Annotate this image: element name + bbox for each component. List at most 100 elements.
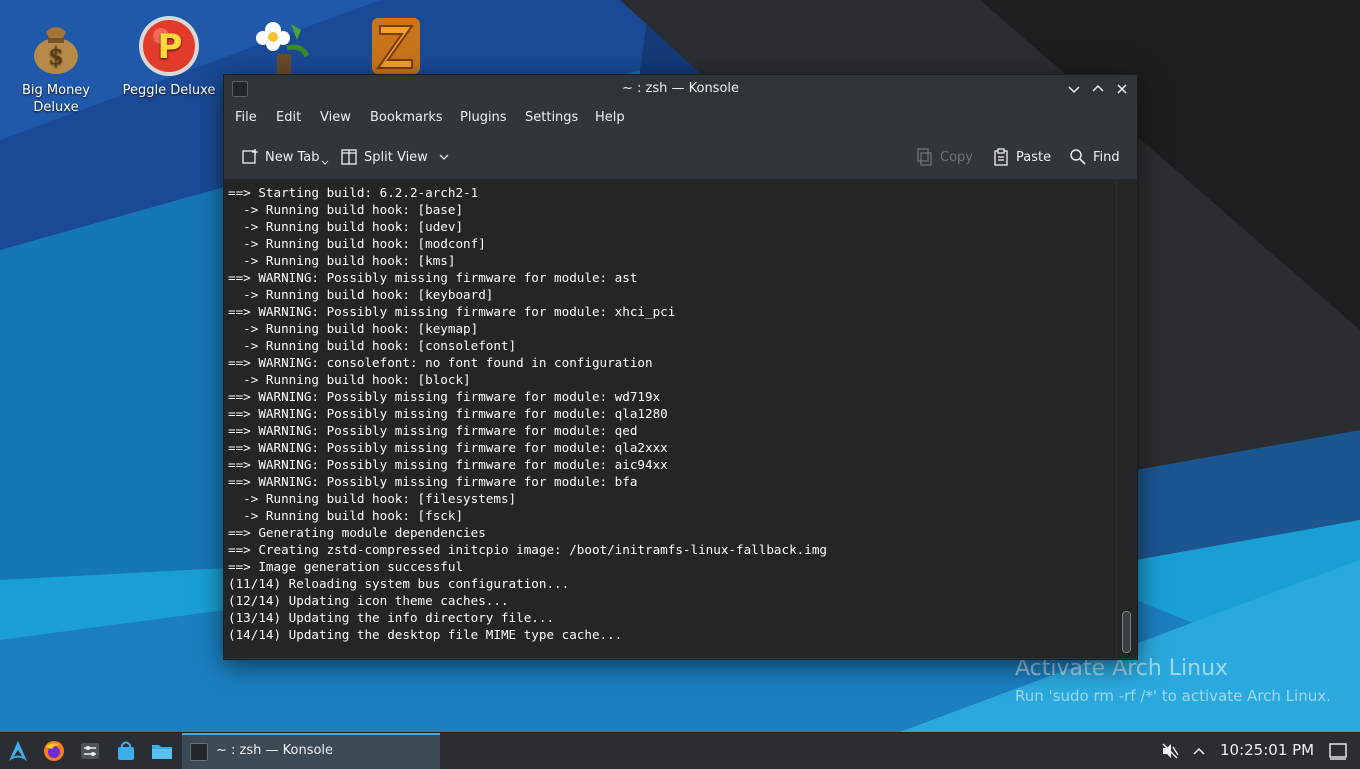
svg-text:$: $: [48, 42, 63, 70]
terminal-line: -> Running build hook: [base]: [228, 202, 464, 217]
peggle-ball-icon: P: [137, 14, 201, 78]
paste-icon: [994, 148, 1008, 166]
desktop-icon-big-money[interactable]: $ Big Money Deluxe: [1, 6, 111, 116]
main-toolbar: New Tab Split View Copy Paste Find: [224, 135, 1137, 180]
discover-launcher[interactable]: [114, 739, 138, 763]
terminal-line: -> Running build hook: [kms]: [228, 253, 456, 268]
copy-icon: [917, 148, 932, 166]
task-label: ~ : zsh — Konsole: [216, 743, 334, 758]
terminal-line: ==> Image generation successful: [228, 559, 464, 574]
split-view-icon: [341, 149, 357, 165]
menu-settings[interactable]: Settings: [525, 110, 578, 125]
new-tab-button[interactable]: New Tab: [241, 147, 329, 167]
terminal-line: (13/14) Updating the info directory file…: [228, 610, 555, 625]
tray-expander-button[interactable]: [1189, 741, 1209, 761]
menu-help[interactable]: Help: [595, 110, 625, 125]
chevron-down-icon: [321, 160, 328, 165]
clock[interactable]: 10:25:01 PM: [1220, 741, 1314, 759]
shopping-bag-icon: [118, 741, 134, 760]
money-bag-icon: $: [24, 14, 88, 78]
desktop-icon-label-line2: Deluxe: [33, 100, 79, 115]
watermark-subtitle: Run 'sudo rm -rf /*' to activate Arch Li…: [1015, 687, 1331, 705]
terminal-line: ==> WARNING: Possibly missing firmware f…: [228, 406, 668, 421]
terminal-line: ==> Starting build: 6.2.2-arch2-1: [228, 185, 479, 200]
terminal-line: (11/14) Reloading system bus configurati…: [228, 576, 570, 591]
copy-button[interactable]: Copy: [916, 147, 973, 167]
terminal-line: ==> WARNING: consolefont: no font found …: [228, 355, 653, 370]
desktop-icon-zuma-game[interactable]: [341, 6, 451, 82]
desktop-icon-peggle-deluxe[interactable]: P Peggle Deluxe: [114, 6, 224, 99]
terminal-line: (14/14) Updating the desktop file MIME t…: [228, 627, 623, 642]
speaker-muted-icon: [1162, 743, 1179, 759]
activation-watermark: Activate Arch Linux Run 'sudo rm -rf /*'…: [1015, 654, 1331, 708]
desktop-icon-plants-game[interactable]: [228, 6, 338, 82]
chevron-up-icon: [1193, 747, 1205, 755]
terminal-line: (12/14) Updating icon theme caches...: [228, 593, 509, 608]
split-view-label: Split View: [364, 149, 428, 165]
terminal-line: ==> WARNING: Possibly missing firmware f…: [228, 389, 661, 404]
svg-text:P: P: [158, 27, 183, 67]
terminal-scrollbar[interactable]: [1116, 180, 1137, 658]
terminal-line: ==> WARNING: Possibly missing firmware f…: [228, 270, 638, 285]
terminal-line: -> Running build hook: [keymap]: [228, 321, 479, 336]
application-launcher[interactable]: [6, 739, 30, 763]
task-konsole[interactable]: ~ : zsh — Konsole: [182, 733, 440, 769]
firefox-launcher[interactable]: [42, 739, 66, 763]
paste-label: Paste: [1016, 149, 1052, 165]
terminal-line: ==> WARNING: Possibly missing firmware f…: [228, 457, 668, 472]
terminal-line: ==> WARNING: Possibly missing firmware f…: [228, 304, 676, 319]
minimize-button[interactable]: [1064, 79, 1084, 99]
terminal-output: ==> Starting build: 6.2.2-arch2-1 -> Run…: [224, 180, 1116, 643]
terminal-line: -> Running build hook: [filesystems]: [228, 491, 517, 506]
menu-bookmarks[interactable]: Bookmarks: [370, 110, 443, 125]
chevron-up-icon: [1092, 84, 1104, 92]
folder-icon: [152, 745, 172, 759]
show-desktop-button[interactable]: [1328, 741, 1348, 761]
terminal-line: -> Running build hook: [fsck]: [228, 508, 464, 523]
close-button[interactable]: [1112, 79, 1132, 99]
konsole-window: ~ : zsh — Konsole File Edit View Bookmar…: [223, 74, 1138, 660]
terminal-line: ==> Generating module dependencies: [228, 525, 486, 540]
split-view-button[interactable]: Split View: [340, 147, 456, 167]
terminal-line: ==> WARNING: Possibly missing firmware f…: [228, 474, 638, 489]
paste-button[interactable]: Paste: [992, 147, 1051, 167]
menu-plugins[interactable]: Plugins: [460, 110, 507, 125]
arch-logo-icon: [9, 741, 27, 761]
terminal-line: ==> WARNING: Possibly missing firmware f…: [228, 423, 638, 438]
terminal-area[interactable]: ==> Starting build: 6.2.2-arch2-1 -> Run…: [224, 180, 1116, 658]
menu-bar: File Edit View Bookmarks Plugins Setting…: [224, 103, 1137, 135]
find-button[interactable]: Find: [1069, 147, 1120, 167]
show-desktop-icon: [1329, 743, 1347, 760]
firefox-icon: [44, 741, 64, 761]
new-tab-label: New Tab: [265, 149, 320, 165]
menu-edit[interactable]: Edit: [276, 110, 301, 125]
settings-icon: [81, 743, 99, 759]
menu-view[interactable]: View: [320, 110, 351, 125]
window-titlebar[interactable]: ~ : zsh — Konsole: [224, 75, 1137, 103]
volume-tray-button[interactable]: [1160, 741, 1180, 761]
new-tab-icon: [242, 149, 258, 164]
taskbar: ~ : zsh — Konsole 10:25:01 PM: [0, 732, 1360, 769]
chevron-down-icon: [1068, 86, 1080, 94]
search-icon: [1070, 149, 1086, 165]
terminal-line: ==> Creating zstd-compressed initcpio im…: [228, 542, 827, 557]
system-settings-launcher[interactable]: [78, 739, 102, 763]
scrollbar-thumb[interactable]: [1122, 611, 1131, 653]
terminal-line: -> Running build hook: [consolefont]: [228, 338, 517, 353]
menu-file[interactable]: File: [235, 110, 257, 125]
terminal-line: -> Running build hook: [block]: [228, 372, 471, 387]
dolphin-launcher[interactable]: [150, 739, 174, 763]
close-icon: [1117, 84, 1127, 94]
chevron-down-icon: [439, 154, 449, 160]
flower-icon: [251, 14, 315, 78]
terminal-line: ==> WARNING: Possibly missing firmware f…: [228, 440, 668, 455]
desktop-icon-label-line1: Peggle Deluxe: [122, 83, 216, 98]
maximize-button[interactable]: [1088, 79, 1108, 99]
window-title: ~ : zsh — Konsole: [621, 81, 740, 96]
terminal-line: -> Running build hook: [keyboard]: [228, 287, 494, 302]
copy-label: Copy: [940, 149, 973, 165]
desktop-icon-label-line1: Big Money: [21, 83, 90, 98]
terminal-line: -> Running build hook: [modconf]: [228, 236, 486, 251]
konsole-task-icon: [190, 743, 208, 761]
zuma-z-icon: [364, 14, 428, 78]
